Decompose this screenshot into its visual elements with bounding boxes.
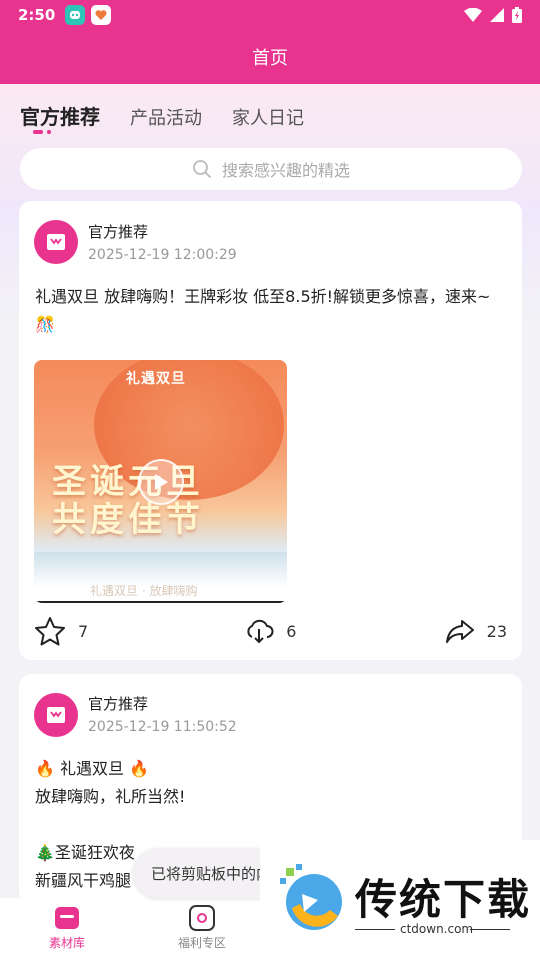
welfare-zone-icon bbox=[189, 905, 215, 931]
search-placeholder: 搜索感兴趣的精选 bbox=[221, 161, 350, 180]
video-top-label: 礼遇双旦 bbox=[126, 371, 186, 387]
battery-icon bbox=[512, 7, 522, 23]
video-headline-2: 共度佳节 bbox=[52, 500, 204, 540]
like-count: 7 bbox=[78, 621, 89, 641]
star-icon bbox=[35, 617, 65, 646]
active-tab-indicator bbox=[33, 130, 51, 134]
brand-logo-icon bbox=[47, 234, 65, 250]
avatar[interactable] bbox=[34, 220, 78, 264]
page-title: 首页 bbox=[252, 48, 288, 69]
post-timestamp: 2025-12-19 11:50:52 bbox=[88, 719, 237, 735]
share-button[interactable]: 23 bbox=[445, 618, 507, 644]
heart-app-icon bbox=[91, 5, 112, 25]
download-button[interactable]: 6 bbox=[244, 618, 296, 644]
watermark-url: ctdown.com bbox=[400, 922, 474, 936]
like-button[interactable]: 7 bbox=[34, 616, 88, 646]
signal-icon bbox=[490, 8, 504, 22]
nav-item-material-library[interactable]: 素材库 bbox=[27, 904, 107, 951]
category-tabs: 官方推荐 产品活动 家人日记 bbox=[20, 92, 304, 136]
watermark-underline bbox=[470, 929, 510, 930]
post-actions: 7 6 23 bbox=[34, 613, 507, 649]
nav-item-welfare-zone[interactable]: 福利专区 bbox=[162, 904, 242, 951]
tab-product-activities[interactable]: 产品活动 bbox=[130, 104, 202, 136]
clipboard-toast: 已将剪贴板中的内 bbox=[133, 848, 273, 898]
post-author: 官方推荐 bbox=[88, 223, 149, 241]
cloud-download-icon bbox=[247, 619, 274, 644]
video-bottom-bar bbox=[34, 601, 287, 603]
status-bar: 2:50 bbox=[0, 0, 540, 30]
nav-label: 素材库 bbox=[48, 936, 85, 950]
watermark-brand: 传统下载 bbox=[355, 875, 532, 924]
top-app-bar: 2:50 首页 bbox=[0, 0, 540, 84]
post-text: 礼遇双旦 放肆嗨购！王牌彩妆 低至8.5折!解锁更多惊喜，速来~🎊 bbox=[35, 287, 491, 334]
wifi-icon bbox=[464, 8, 482, 22]
play-button[interactable] bbox=[138, 459, 184, 505]
material-library-icon bbox=[55, 907, 79, 929]
status-indicators bbox=[464, 7, 522, 23]
post-card[interactable]: 官方推荐 2025-12-19 12:00:29 礼遇双旦 放肆嗨购！王牌彩妆 … bbox=[19, 201, 522, 660]
play-icon bbox=[155, 474, 168, 490]
post-timestamp: 2025-12-19 12:00:29 bbox=[88, 247, 237, 263]
brand-logo-icon bbox=[47, 707, 65, 723]
post-author: 官方推荐 bbox=[88, 695, 149, 713]
share-count: 23 bbox=[486, 621, 507, 641]
avatar[interactable] bbox=[34, 693, 78, 737]
download-count: 6 bbox=[286, 621, 297, 641]
tab-official-recommend[interactable]: 官方推荐 bbox=[20, 101, 100, 136]
robot-app-icon bbox=[65, 5, 86, 25]
search-icon bbox=[193, 160, 211, 178]
watermark-underline bbox=[355, 929, 395, 930]
status-time: 2:50 bbox=[18, 6, 56, 24]
watermark-logo-icon bbox=[280, 864, 342, 930]
search-bar[interactable]: 搜索感兴趣的精选 bbox=[20, 148, 522, 190]
share-icon bbox=[445, 620, 474, 643]
video-caption: 礼遇双旦 · 放肆嗨购 bbox=[90, 584, 198, 598]
tab-family-diary[interactable]: 家人日记 bbox=[232, 104, 304, 136]
nav-label: 福利专区 bbox=[177, 936, 226, 950]
video-thumbnail[interactable]: 礼遇双旦 圣诞元旦 共度佳节 礼遇双旦 · 放肆嗨购 bbox=[34, 360, 287, 603]
site-watermark: 传统下载 ctdown.com bbox=[260, 840, 540, 960]
